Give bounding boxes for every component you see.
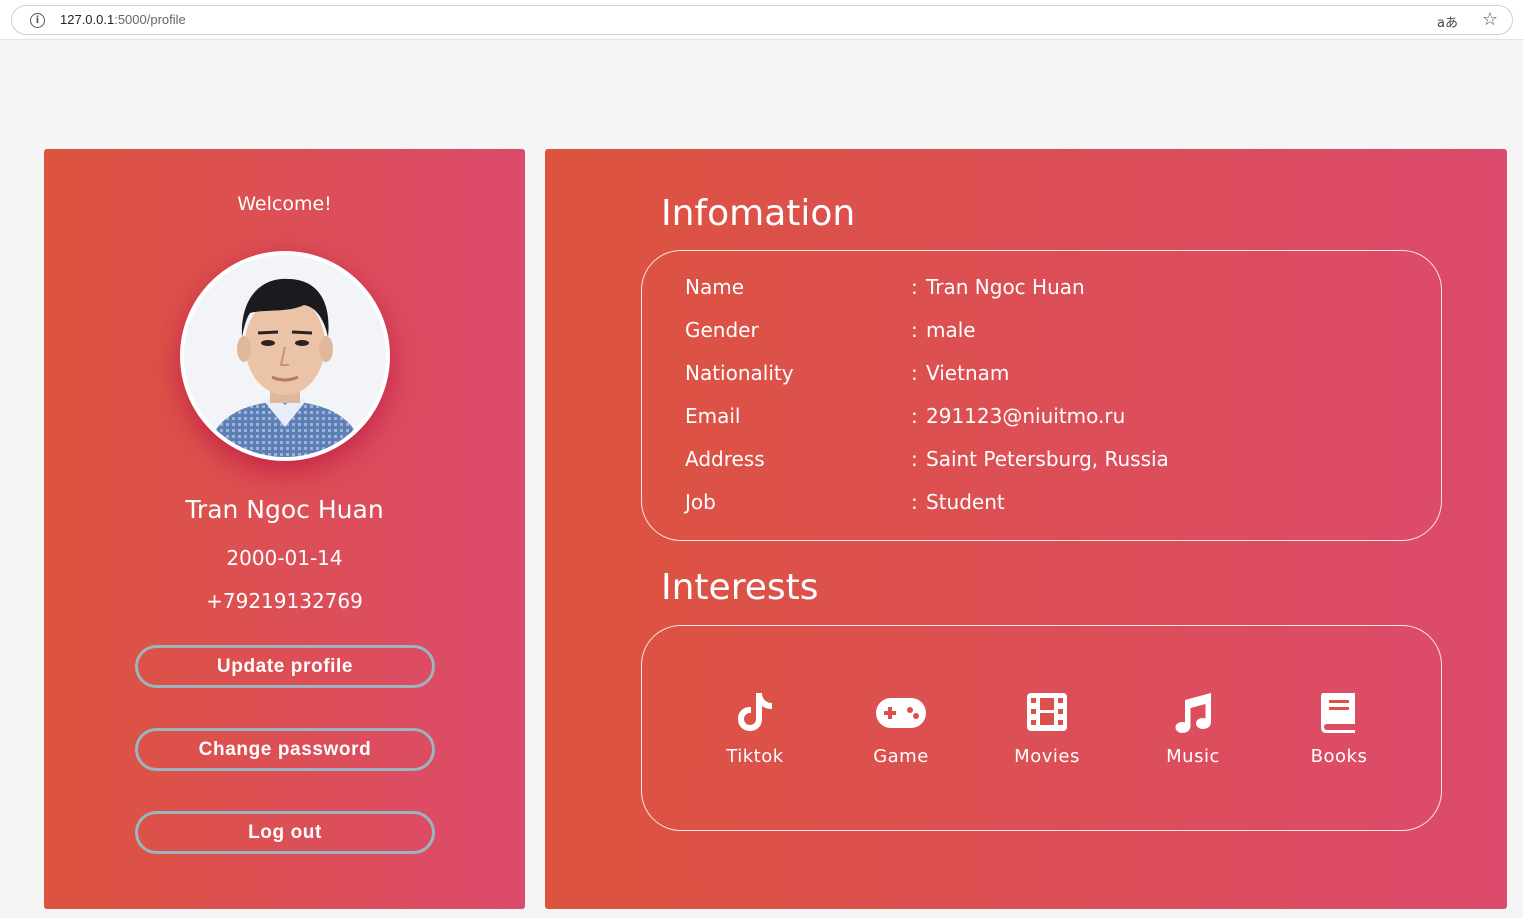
info-row-email: Email : 291123@niuitmo.ru [685,404,1385,434]
person-photo-icon [184,255,386,457]
info-value: Student [926,490,1005,514]
info-row-name: Name : Tran Ngoc Huan [685,275,1385,305]
info-value: male [926,318,976,342]
interests-box: Tiktok Game Movies Music Books [641,625,1442,831]
site-info-icon[interactable]: i [30,13,45,28]
info-label: Address [685,447,765,471]
info-row-job: Job : Student [685,490,1385,520]
interest-label: Books [1310,746,1368,767]
interest-label: Tiktok [726,746,784,767]
info-label: Name [685,275,745,299]
interest-books[interactable]: Books [1284,690,1394,767]
welcome-text: Welcome! [237,193,332,215]
url-host: 127.0.0.1 [60,12,115,27]
book-icon [1321,693,1355,733]
url-text[interactable]: 127.0.0.1:5000/profile [60,12,186,27]
logout-button[interactable]: Log out [135,811,435,854]
info-label: Email [685,404,741,428]
profile-card: Welcome! Tran Ngoc Huan 2000-01-14 +7921… [44,149,525,909]
info-separator: : [911,318,918,342]
info-separator: : [911,275,918,299]
film-icon [1027,693,1067,731]
bookmark-star-icon[interactable]: ☆ [1482,9,1498,30]
update-profile-button[interactable]: Update profile [135,645,435,688]
info-label: Job [685,490,716,514]
url-path: :5000/profile [114,12,186,27]
info-separator: : [911,490,918,514]
phone-number: +79219132769 [206,589,363,613]
info-value: Tran Ngoc Huan [926,275,1085,299]
information-box: Name : Tran Ngoc Huan Gender : male Nati… [641,250,1442,541]
info-separator: : [911,404,918,428]
information-title: Infomation [661,193,856,234]
info-label: Nationality [685,361,794,385]
profile-name: Tran Ngoc Huan [185,495,384,524]
information-card: Infomation Name : Tran Ngoc Huan Gender … [545,149,1507,909]
interest-movies[interactable]: Movies [992,690,1102,767]
address-bar[interactable]: i 127.0.0.1:5000/profile aあ ☆ [11,5,1513,35]
music-note-icon [1175,693,1211,733]
info-value: Saint Petersburg, Russia [926,447,1169,471]
interest-tiktok[interactable]: Tiktok [700,690,810,767]
info-row-nationality: Nationality : Vietnam [685,361,1385,391]
info-separator: : [911,447,918,471]
info-value: 291123@niuitmo.ru [926,404,1126,428]
gamepad-icon [876,698,926,728]
translate-icon[interactable]: aあ [1437,12,1458,31]
interests-title: Interests [661,567,819,608]
avatar [180,251,390,461]
info-separator: : [911,361,918,385]
info-value: Vietnam [926,361,1010,385]
info-row-gender: Gender : male [685,318,1385,348]
tiktok-icon [738,693,772,731]
interest-label: Game [873,746,929,767]
interest-game[interactable]: Game [846,690,956,767]
browser-toolbar: i 127.0.0.1:5000/profile aあ ☆ [0,0,1523,40]
info-row-address: Address : Saint Petersburg, Russia [685,447,1385,477]
interest-label: Music [1166,746,1220,767]
info-label: Gender [685,318,759,342]
date-of-birth: 2000-01-14 [226,546,343,570]
interest-music[interactable]: Music [1138,690,1248,767]
interest-label: Movies [1014,746,1080,767]
change-password-button[interactable]: Change password [135,728,435,771]
